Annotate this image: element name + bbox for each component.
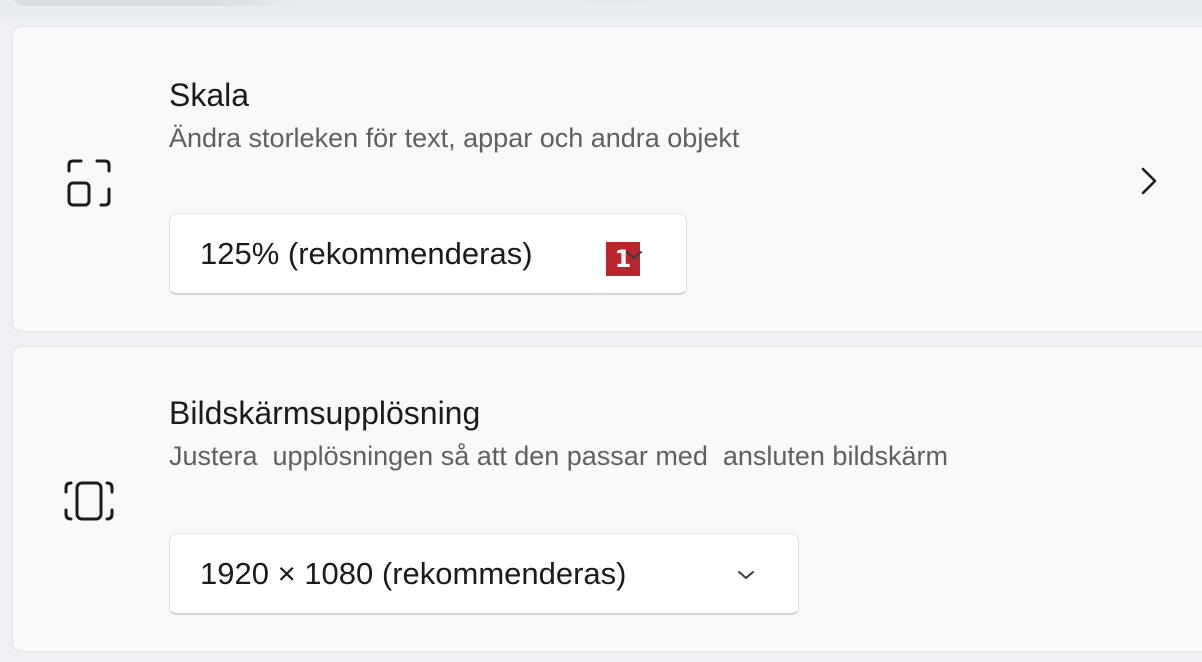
chevron-right-icon[interactable] [1135, 165, 1163, 197]
resolution-dropdown[interactable]: 1920 × 1080 (rekommenderas) [169, 533, 799, 615]
scale-dropdown[interactable]: 125% (rekommenderas) 1 [169, 213, 687, 295]
resolution-title: Bildskärmsupplösning [169, 395, 481, 431]
resolution-dropdown-value: 1920 × 1080 (rekommenderas) [200, 555, 627, 591]
scale-icon [67, 159, 111, 207]
chevron-down-icon [626, 251, 642, 259]
display-resolution-icon [64, 481, 114, 521]
scale-setting-card[interactable]: Skala Ändra storleken för text, appar oc… [12, 26, 1202, 332]
chevron-down-icon [738, 571, 754, 579]
resolution-description: Justera upplösningen så att den passar m… [169, 441, 948, 471]
avatar-edge [560, 0, 670, 8]
resolution-setting-card: Bildskärmsupplösning Justera upplösninge… [12, 346, 1202, 652]
scale-title: Skala [169, 77, 250, 113]
scale-description: Ändra storleken för text, appar och andr… [169, 123, 740, 153]
section-heading-cropped [14, 0, 304, 6]
scale-dropdown-value: 125% (rekommenderas) [200, 235, 533, 271]
top-strip [0, 0, 1202, 20]
